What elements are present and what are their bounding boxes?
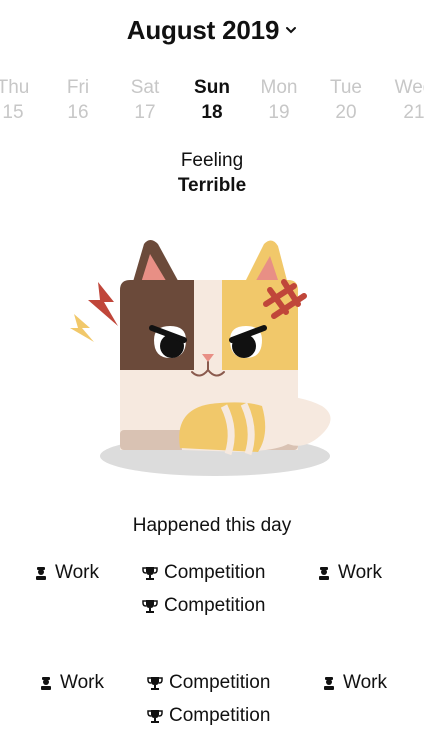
day-sat[interactable]: Sat 17 [115,76,175,126]
month-selector[interactable]: August 2019 [0,10,424,50]
angry-cat-icon [70,240,331,476]
happened-title: Happened this day [132,515,292,536]
trophy-icon [147,710,163,723]
feeling-label: Feeling [180,150,244,171]
day-fri[interactable]: Fri 16 [48,76,108,126]
activity-label: Work [343,672,387,693]
activity-work[interactable]: Work [316,562,382,584]
day-number: 16 [67,102,89,123]
worker-icon [41,677,51,690]
activity-group-2: Work Competition Work Competition [0,672,424,732]
activity-label: Work [55,562,99,583]
day-name: Sat [130,77,160,98]
day-number: 17 [134,102,156,123]
activity-work[interactable]: Work [321,672,387,694]
day-name: Tue [329,77,363,98]
trophy-icon [142,567,158,580]
feeling-summary: Feeling Terrible [0,148,424,198]
worker-icon [36,567,46,580]
day-name: Fri [66,77,90,98]
day-tue[interactable]: Tue 20 [316,76,376,126]
day-wed[interactable]: Wed 21 [384,76,424,126]
trophy-icon [147,677,163,690]
day-strip: Thu 15 Fri 16 Sat 17 Sun 18 Mon 19 Tue 2… [0,76,424,132]
activity-competition[interactable]: Competition [147,705,270,727]
day-number: 20 [335,102,357,123]
activity-competition[interactable]: Competition [142,595,265,617]
feeling-value: Terrible [177,175,247,196]
activity-label: Work [60,672,104,693]
worker-icon [319,567,329,580]
month-year-title: August 2019 [126,14,280,45]
mood-illustration [58,230,358,490]
activity-competition[interactable]: Competition [142,562,265,584]
day-number: 19 [268,102,290,123]
activity-work[interactable]: Work [38,672,104,694]
worker-icon [324,677,334,690]
day-sun[interactable]: Sun 18 [182,76,242,126]
activity-work[interactable]: Work [33,562,99,584]
day-number: 21 [403,102,424,123]
chevron-down-icon [286,27,297,34]
day-name: Mon [260,77,298,98]
activity-label: Competition [164,562,266,583]
day-mon[interactable]: Mon 19 [249,76,309,126]
activity-label: Work [338,562,382,583]
day-name: Sun [194,77,230,98]
day-thu[interactable]: Thu 15 [0,76,43,126]
activity-label: Competition [169,705,271,726]
day-number: 15 [2,102,24,123]
trophy-icon [142,600,158,613]
activity-competition[interactable]: Competition [147,672,270,694]
activity-label: Competition [164,595,266,616]
day-name: Thu [0,77,30,98]
day-name: Wed [394,77,424,98]
activity-group-1: Work Competition Work Competition [0,562,424,622]
day-number: 18 [201,102,223,123]
activity-label: Competition [169,672,271,693]
